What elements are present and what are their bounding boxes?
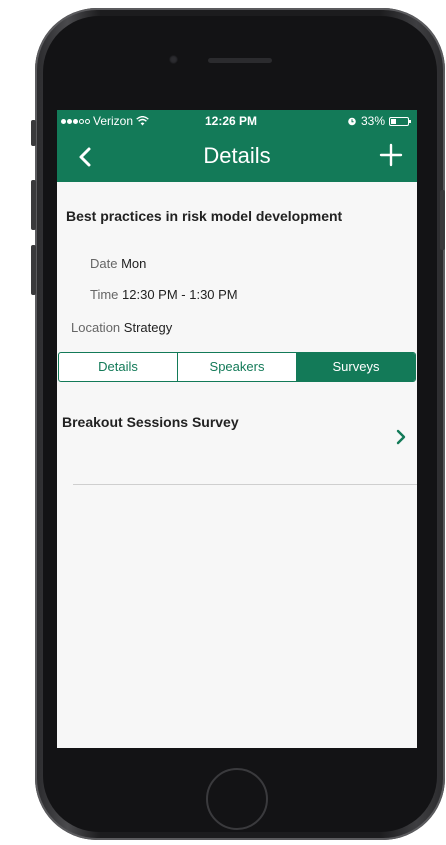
list-divider xyxy=(73,484,417,485)
earpiece-speaker xyxy=(208,58,272,63)
volume-down-button xyxy=(31,245,36,295)
home-button[interactable] xyxy=(206,768,268,830)
page-title: Details xyxy=(203,143,271,168)
session-title: Best practices in risk model development xyxy=(66,208,343,224)
battery-percent: 33% xyxy=(360,114,385,128)
status-bar: Verizon 12:26 PM 33% xyxy=(57,110,417,132)
location-value: Strategy xyxy=(123,320,173,335)
survey-list-item[interactable]: Breakout Sessions Survey xyxy=(57,400,417,484)
time-row: Time 12:30 PM - 1:30 PM xyxy=(90,287,238,302)
tab-surveys[interactable]: Surveys xyxy=(296,353,415,381)
alarm-icon xyxy=(348,117,356,126)
date-value: Mon xyxy=(121,256,147,271)
volume-up-button xyxy=(31,180,36,230)
status-right: 33% xyxy=(347,110,411,132)
date-label: Date xyxy=(90,256,118,271)
app-screen: Verizon 12:26 PM 33% Details Best practi… xyxy=(57,110,417,748)
mute-switch xyxy=(31,120,36,146)
front-camera xyxy=(169,55,178,64)
location-label: Location xyxy=(71,320,121,335)
power-button xyxy=(440,190,445,250)
carrier-name: Verizon xyxy=(93,114,134,128)
tab-details[interactable]: Details xyxy=(59,353,177,381)
survey-title: Breakout Sessions Survey xyxy=(62,414,239,430)
status-time: 12:26 PM xyxy=(205,114,258,128)
segmented-tabs: Details Speakers Surveys xyxy=(58,352,416,382)
battery-icon xyxy=(389,116,411,126)
tab-speakers[interactable]: Speakers xyxy=(177,353,296,381)
chevron-right-icon xyxy=(396,429,406,445)
time-value: 12:30 PM - 1:30 PM xyxy=(122,287,238,302)
battery-level-fill xyxy=(391,118,397,124)
add-button[interactable] xyxy=(377,141,405,169)
wifi-icon xyxy=(136,116,149,126)
app-header: Verizon 12:26 PM 33% Details xyxy=(57,110,417,182)
signal-dots-icon xyxy=(61,118,90,124)
location-row: Location Strategy xyxy=(71,320,172,335)
time-label: Time xyxy=(90,287,119,302)
status-left: Verizon xyxy=(61,110,149,132)
date-row: Date Mon xyxy=(90,256,146,271)
